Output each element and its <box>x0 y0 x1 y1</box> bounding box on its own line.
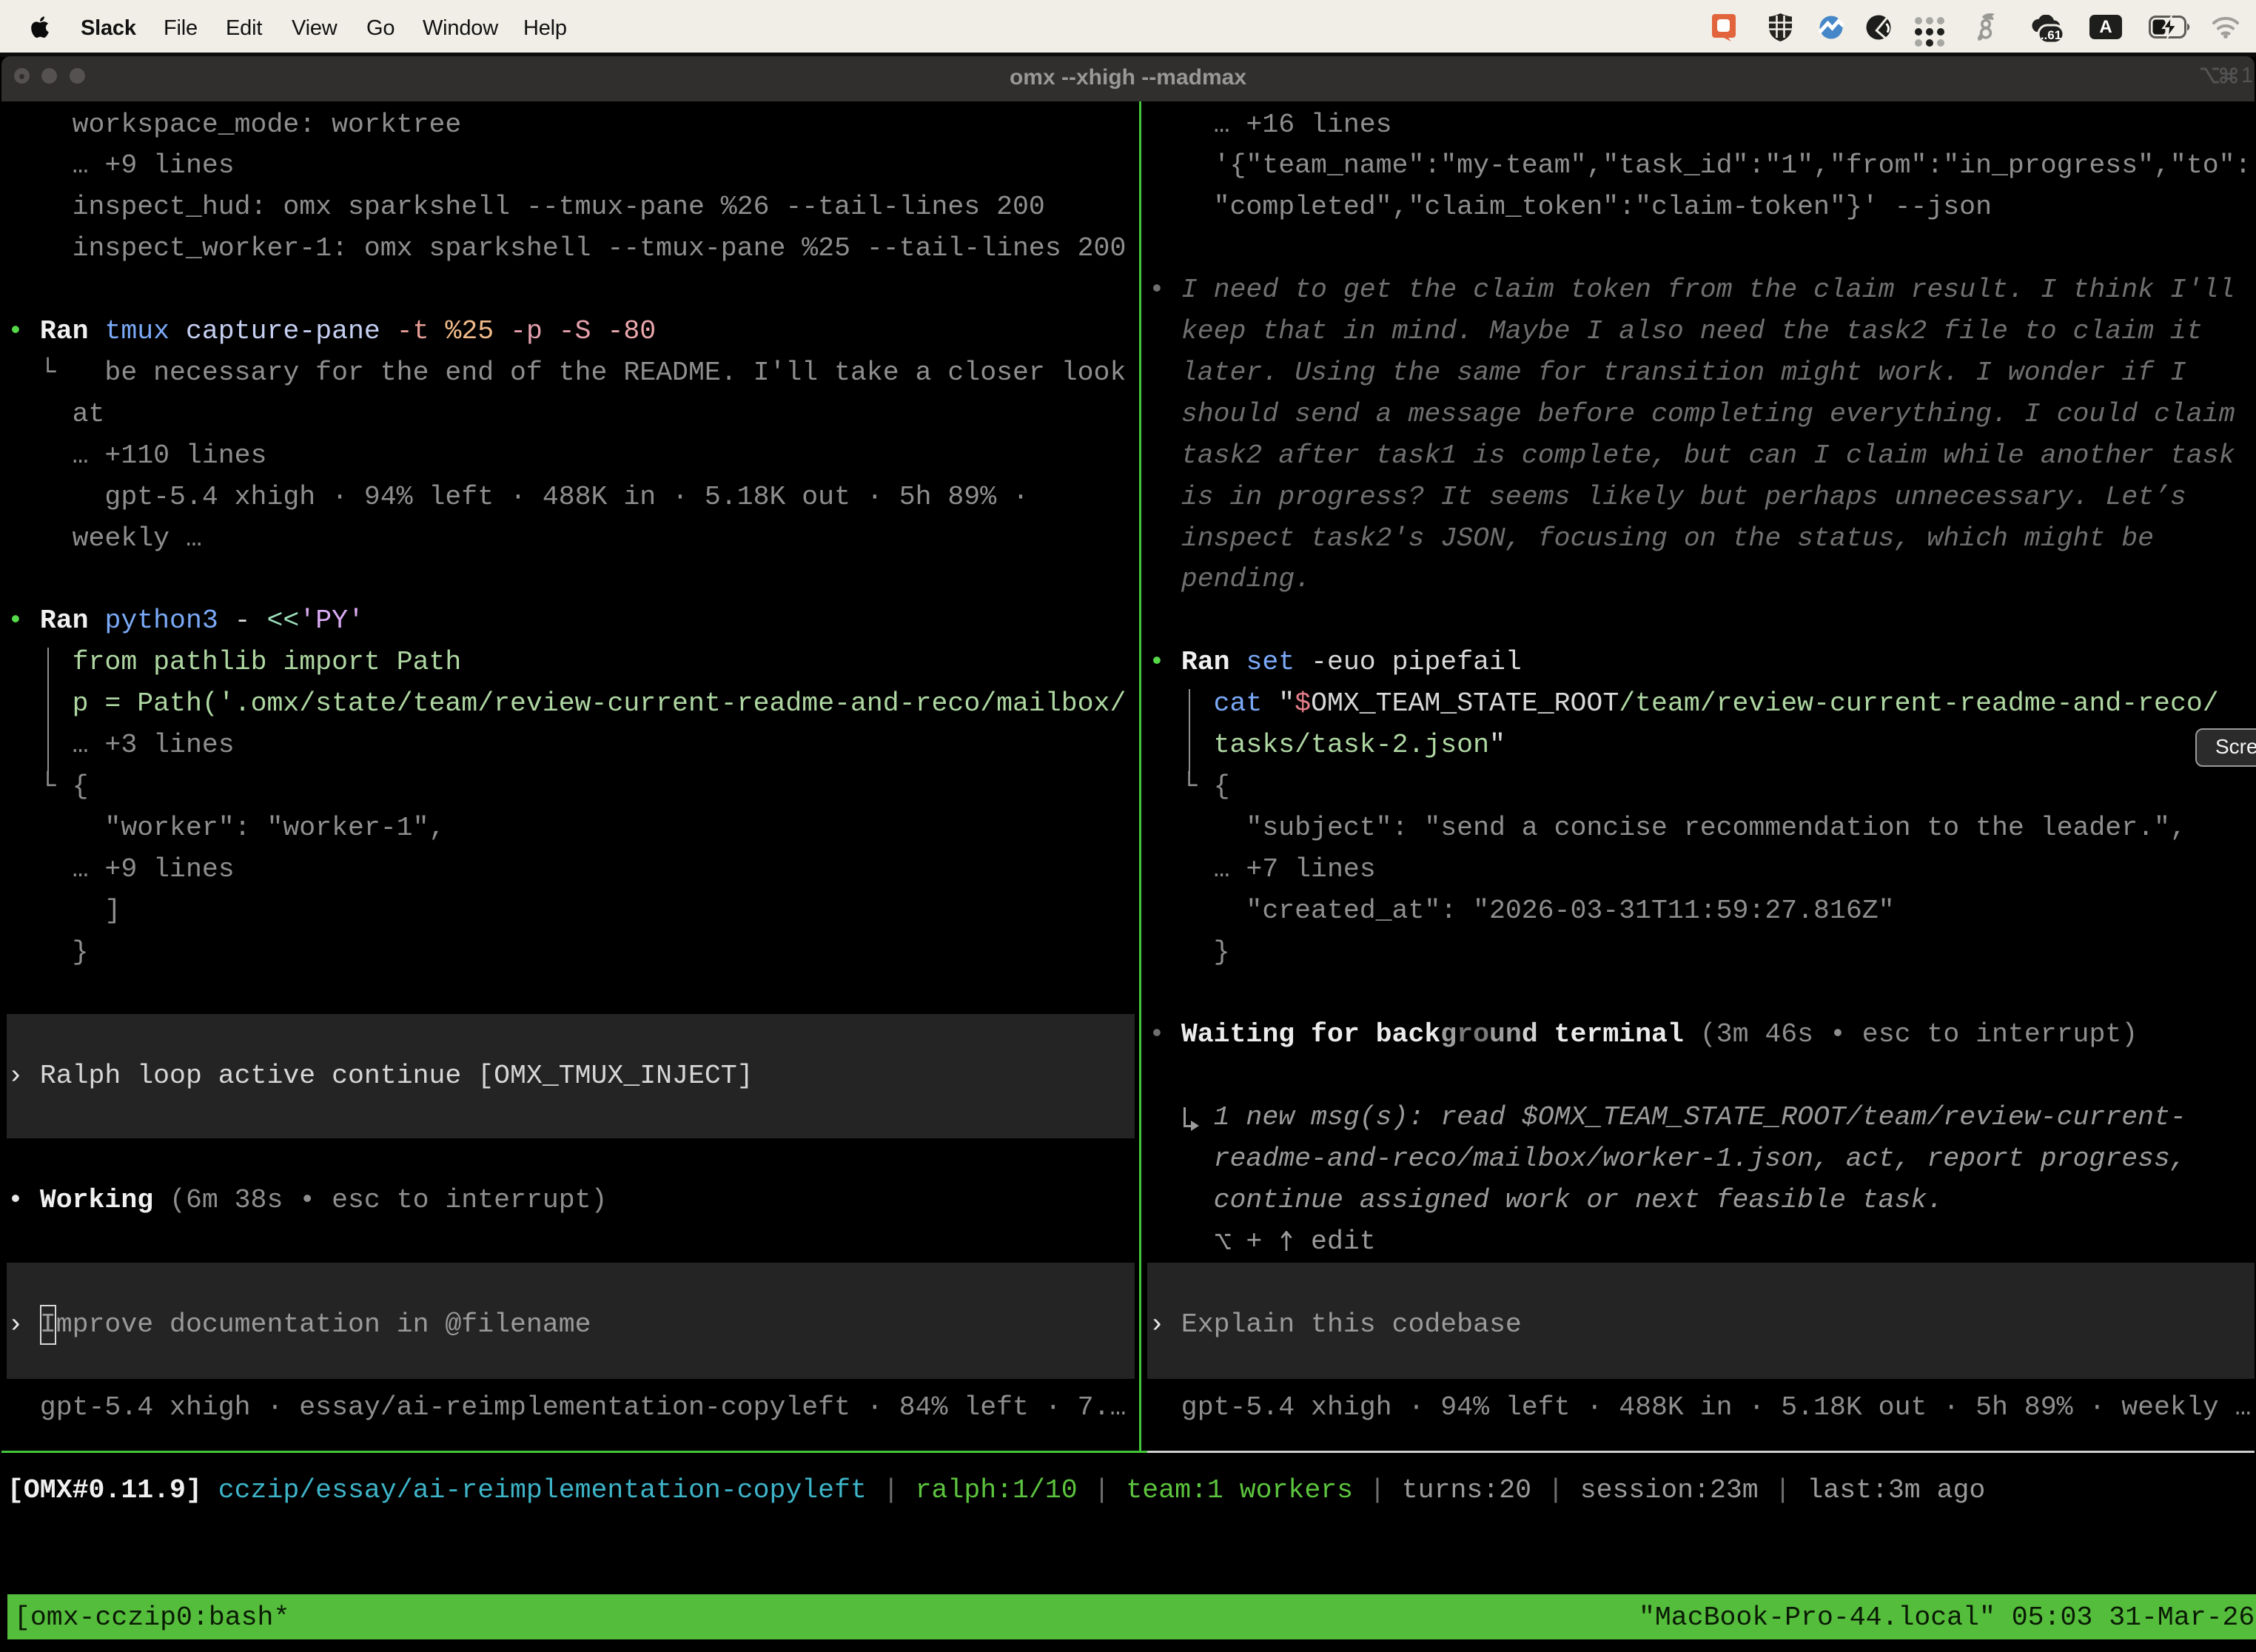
svg-text:..61: ..61 <box>2041 28 2061 42</box>
